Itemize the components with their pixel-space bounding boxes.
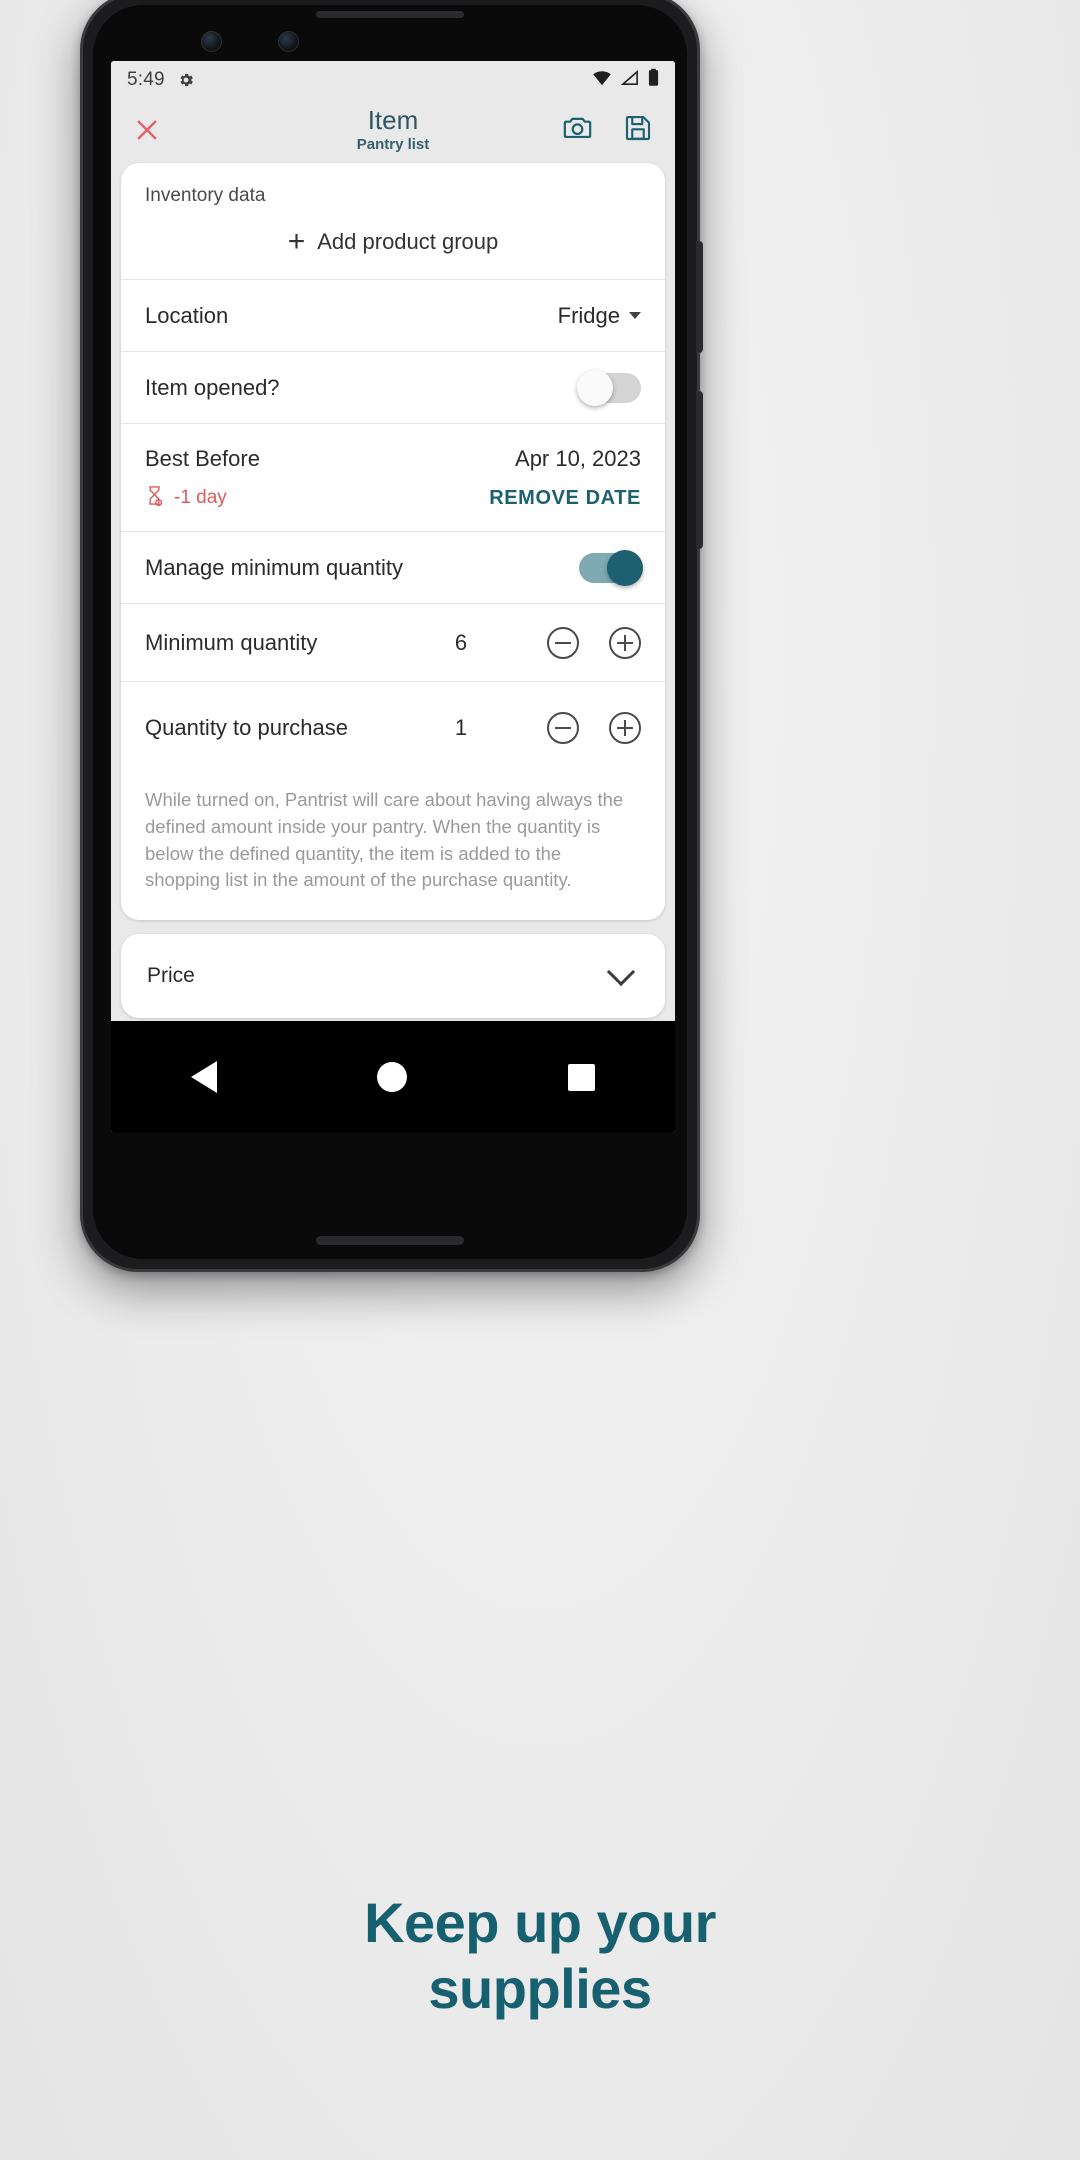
row-quantity-to-purchase: Quantity to purchase 1 <box>121 681 665 773</box>
chevron-down-icon[interactable] <box>606 958 636 987</box>
tagline-line-1: Keep up your <box>364 1891 716 1954</box>
price-card[interactable]: Price <box>121 934 665 1019</box>
manage-minimum-quantity-toggle[interactable] <box>579 549 643 586</box>
home-circle-icon[interactable] <box>377 1062 408 1092</box>
quantity-to-purchase-value: 1 <box>454 714 468 740</box>
status-time: 5:49 <box>127 69 165 90</box>
price-collapse-row[interactable]: Price <box>121 934 665 1018</box>
volume-button[interactable] <box>696 391 703 549</box>
help-text: While turned on, Pantrist will care abou… <box>145 789 624 891</box>
power-button[interactable] <box>696 241 703 353</box>
minus-circle-icon[interactable] <box>547 711 579 744</box>
location-label: Location <box>145 302 229 328</box>
item-opened-toggle[interactable] <box>577 369 641 406</box>
row-item-opened[interactable]: Item opened? <box>121 351 665 423</box>
minimum-quantity-value: 6 <box>454 629 468 655</box>
phone-screen: 5:49 Item Pantry list Inventory data + A… <box>111 61 675 1133</box>
toggle-knob <box>607 549 643 586</box>
tagline: Keep up your supplies <box>0 1890 1080 2022</box>
section-label-inventory-data: Inventory data <box>145 185 266 206</box>
phone-inner-bezel: 5:49 Item Pantry list Inventory data + A… <box>93 5 687 1259</box>
quantity-to-purchase-stepper <box>547 711 641 744</box>
add-product-group-label: Add product group <box>317 229 499 254</box>
inventory-data-card: Inventory data + Add product group Locat… <box>121 163 665 921</box>
status-bar: 5:49 <box>111 61 675 99</box>
chevron-down-icon[interactable] <box>629 312 641 319</box>
app-bar: Item Pantry list <box>111 99 675 161</box>
minus-circle-icon[interactable] <box>547 626 579 659</box>
camera-lens-icon <box>201 31 222 52</box>
android-nav-bar <box>111 1021 675 1133</box>
remove-date-button[interactable]: REMOVE DATE <box>489 487 641 510</box>
wifi-icon <box>592 70 612 91</box>
phone-device: 5:49 Item Pantry list Inventory data + A… <box>80 0 703 1272</box>
manage-minimum-quantity-label: Manage minimum quantity <box>145 554 404 580</box>
plus-icon: + <box>287 225 306 258</box>
back-triangle-icon[interactable] <box>191 1061 218 1093</box>
best-before-label: Best Before <box>145 445 260 471</box>
add-product-group-button[interactable]: + Add product group <box>121 213 665 279</box>
app-bar-actions <box>562 112 653 148</box>
minimum-quantity-label: Minimum quantity <box>145 629 318 655</box>
best-before-value: Apr 10, 2023 <box>515 445 641 471</box>
row-location[interactable]: Location Fridge <box>121 279 665 351</box>
bottom-speaker <box>316 1236 464 1245</box>
status-bar-icons <box>592 68 659 92</box>
earpiece-speaker <box>316 11 464 18</box>
camera-icon[interactable] <box>562 112 593 148</box>
signal-icon <box>620 69 639 91</box>
plus-circle-icon[interactable] <box>609 711 641 744</box>
row-minimum-quantity: Minimum quantity 6 <box>121 603 665 681</box>
camera-lens-icon <box>278 31 299 52</box>
page-title: Item <box>367 104 419 135</box>
expiry-days-label: -1 day <box>174 487 227 508</box>
minimum-quantity-stepper <box>547 626 641 659</box>
save-icon[interactable] <box>623 113 653 148</box>
expiry-info: -1 day <box>145 485 227 511</box>
location-value: Fridge <box>557 302 620 328</box>
scroll-content[interactable]: Inventory data + Add product group Locat… <box>111 161 675 1021</box>
close-icon[interactable] <box>133 116 161 144</box>
quantity-to-purchase-label: Quantity to purchase <box>145 714 349 740</box>
item-opened-label: Item opened? <box>145 374 280 400</box>
plus-circle-icon[interactable] <box>609 626 641 659</box>
row-manage-minimum-quantity[interactable]: Manage minimum quantity <box>121 531 665 603</box>
hourglass-icon <box>145 485 164 511</box>
price-label: Price <box>147 964 195 988</box>
page-subtitle: Pantry list <box>356 136 430 154</box>
tagline-line-2: supplies <box>428 1957 652 2021</box>
toggle-knob <box>577 369 613 406</box>
row-best-before[interactable]: Best Before Apr 10, 2023 <box>121 423 665 493</box>
gear-icon <box>177 71 195 89</box>
recents-square-icon[interactable] <box>567 1063 595 1091</box>
battery-icon <box>648 68 659 92</box>
expiry-row: -1 day REMOVE DATE <box>121 485 665 531</box>
